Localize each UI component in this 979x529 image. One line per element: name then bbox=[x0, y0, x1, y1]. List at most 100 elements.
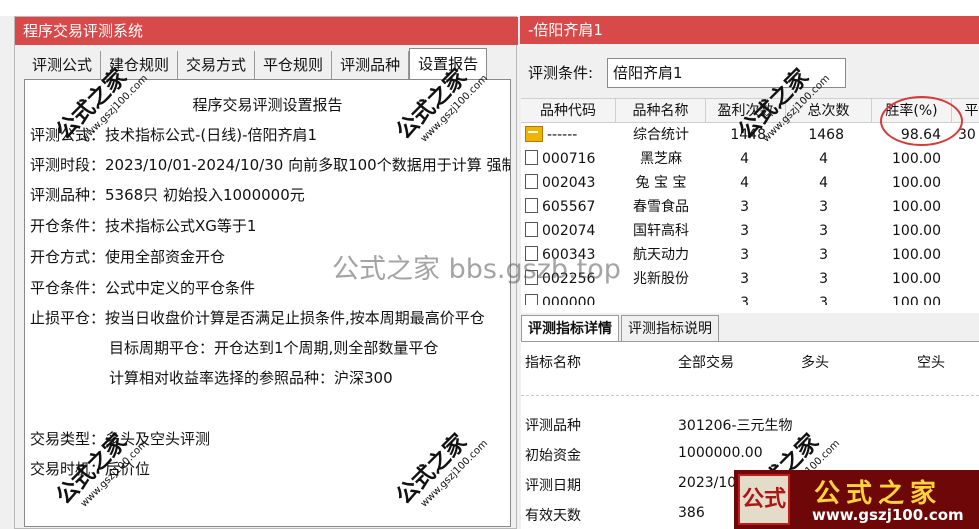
detail-label: 评测品种 bbox=[525, 418, 581, 434]
row-name: 兔 宝 宝 bbox=[635, 175, 687, 191]
detail-col-short: 空头 bbox=[917, 355, 945, 371]
row-code: 002074 bbox=[542, 223, 596, 239]
row-rate: 100.00 bbox=[892, 175, 941, 191]
row-total: 4 bbox=[819, 151, 828, 167]
document-icon bbox=[525, 270, 538, 285]
report-line-target-period: 目标周期平仓：开仓达到1个周期,则全部数量平仓 bbox=[109, 339, 439, 357]
tab-trade-method[interactable]: 交易方式 bbox=[178, 51, 256, 79]
detail-label: 评测日期 bbox=[525, 478, 581, 494]
detail-col-long: 多头 bbox=[801, 355, 829, 371]
folder-icon bbox=[525, 126, 543, 142]
tab-symbols[interactable]: 评测品种 bbox=[332, 51, 410, 79]
detail-col-name: 指标名称 bbox=[525, 355, 581, 371]
row-name: 国轩高科 bbox=[633, 223, 689, 239]
row-code: 000000 bbox=[542, 295, 596, 305]
row-profit: 3 bbox=[740, 295, 749, 305]
table-row[interactable]: 000000 ... 3 3 100.00 bbox=[521, 291, 979, 305]
row-code: 000716 bbox=[542, 151, 596, 167]
row-rate: 100.00 bbox=[892, 199, 941, 215]
table-row[interactable]: 002256 兆新股份 3 3 100.00 bbox=[521, 267, 979, 291]
document-icon bbox=[525, 174, 538, 189]
row-rate: 100.00 bbox=[892, 295, 941, 305]
col-total-count[interactable]: 总次数 bbox=[786, 99, 872, 123]
detail-label: 初始资金 bbox=[525, 448, 581, 464]
col-code[interactable]: 品种代码 bbox=[521, 99, 616, 123]
row-profit: 3 bbox=[740, 223, 749, 239]
evaluation-result-window: -倍阳齐肩1 评测条件: 倍阳齐肩1 品种代码 品种名称 盈利次数 总次数 胜率… bbox=[520, 16, 979, 529]
row-name: 兆新股份 bbox=[633, 271, 689, 287]
logo-url: www.gszj100.com bbox=[812, 506, 964, 524]
report-line-stop-loss: 止损平仓：按当日收盘价计算是否满足止损条件,按本周期最高价平仓 bbox=[30, 309, 485, 327]
top-strip bbox=[0, 0, 979, 16]
report-line-trade-timing: 交易时机：后价位 bbox=[30, 460, 151, 478]
row-profit: 4 bbox=[740, 175, 749, 191]
row-rate: 100.00 bbox=[892, 223, 941, 239]
row-total: 4 bbox=[819, 175, 828, 191]
row-rate: 100.00 bbox=[892, 271, 941, 287]
site-logo: 公式 公式之家 www.gszj100.com bbox=[734, 470, 979, 529]
tab-formula[interactable]: 评测公式 bbox=[24, 51, 102, 79]
row-code: ------ bbox=[547, 127, 578, 143]
table-row[interactable]: 600343 航天动力 3 3 100.00 bbox=[521, 243, 979, 267]
detail-value: 2023/10 bbox=[678, 475, 737, 491]
table-row[interactable]: 000716 黑芝麻 4 4 100.00 bbox=[521, 147, 979, 171]
report-line-close-condition: 平仓条件：公式中定义的平仓条件 bbox=[30, 279, 256, 297]
row-code: 002256 bbox=[542, 271, 596, 287]
right-window-title: -倍阳齐肩1 bbox=[520, 16, 979, 44]
row-name: 黑芝麻 bbox=[640, 151, 682, 167]
tab-open-rules[interactable]: 建仓规则 bbox=[101, 51, 179, 79]
row-name: 春雪食品 bbox=[633, 199, 689, 215]
condition-input[interactable]: 倍阳齐肩1 bbox=[607, 58, 846, 88]
tab-close-rules[interactable]: 平仓规则 bbox=[255, 51, 333, 79]
row-total: 3 bbox=[819, 223, 828, 239]
detail-tabs: 评测指标详情 评测指标说明 bbox=[521, 315, 721, 341]
row-code: 600343 bbox=[542, 247, 596, 263]
document-icon bbox=[525, 198, 538, 213]
detail-value: 301206-三元生物 bbox=[678, 418, 793, 434]
table-row[interactable]: 605567 春雪食品 3 3 100.00 bbox=[521, 195, 979, 219]
row-rate: 100.00 bbox=[892, 151, 941, 167]
row-name: ... bbox=[654, 295, 668, 305]
detail-divider bbox=[521, 395, 979, 396]
row-total: 3 bbox=[819, 271, 828, 287]
row-code: 605567 bbox=[542, 199, 596, 215]
detail-label: 有效天数 bbox=[525, 508, 581, 524]
report-line-formula: 评测公式：技术指标公式-(日线)-倍阳齐肩1 bbox=[30, 126, 318, 144]
row-total: 3 bbox=[819, 199, 828, 215]
table-row[interactable]: 002074 国轩高科 3 3 100.00 bbox=[521, 219, 979, 243]
settings-tabs: 评测公式 建仓规则 交易方式 平仓规则 评测品种 设置报告 bbox=[24, 48, 488, 79]
detail-value: 1000000.00 bbox=[678, 445, 763, 461]
row-total: 1468 bbox=[808, 127, 844, 143]
tab-indicator-details[interactable]: 评测指标详情 bbox=[521, 315, 619, 341]
detail-col-all: 全部交易 bbox=[678, 355, 734, 371]
left-window-title: 程序交易评测系统 bbox=[15, 17, 518, 45]
seal-icon: 公式 bbox=[738, 474, 790, 525]
report-line-period: 评测时段：2023/10/01-2024/10/30 向前多取100个数据用于计… bbox=[30, 156, 511, 174]
row-code: 002043 bbox=[542, 175, 596, 191]
document-icon bbox=[525, 246, 538, 261]
report-title: 程序交易评测设置报告 bbox=[192, 96, 343, 114]
tab-report[interactable]: 设置报告 bbox=[409, 48, 488, 79]
document-icon bbox=[525, 222, 538, 237]
col-name[interactable]: 品种名称 bbox=[616, 99, 706, 123]
report-line-trade-type: 交易类型：多头及空头评测 bbox=[30, 430, 211, 448]
document-icon bbox=[525, 294, 538, 305]
row-profit: 3 bbox=[740, 199, 749, 215]
report-line-benchmark: 计算相对收益率选择的参照品种：沪深300 bbox=[109, 369, 393, 387]
win-rate-highlight-circle bbox=[880, 96, 963, 146]
detail-value: 386 bbox=[678, 505, 705, 521]
table-row[interactable]: 002043 兔 宝 宝 4 4 100.00 bbox=[521, 171, 979, 195]
row-name: 综合统计 bbox=[633, 127, 689, 143]
row-profit: 4 bbox=[740, 151, 749, 167]
row-name: 航天动力 bbox=[633, 247, 689, 263]
report-line-open-condition: 开仓条件：技术指标公式XG等于1 bbox=[30, 217, 257, 235]
report-panel: 程序交易评测设置报告 评测公式：技术指标公式-(日线)-倍阳齐肩1 评测时段：2… bbox=[24, 79, 511, 527]
condition-label: 评测条件: bbox=[528, 64, 594, 82]
report-line-symbols: 评测品种：5368只 初始投入1000000元 bbox=[30, 186, 305, 204]
logo-title: 公式之家 bbox=[814, 479, 943, 509]
report-line-open-method: 开仓方式：使用全部资金开仓 bbox=[30, 248, 226, 266]
document-icon bbox=[525, 150, 538, 165]
col-profit-count[interactable]: 盈利次数 bbox=[706, 99, 786, 123]
tab-indicator-help[interactable]: 评测指标说明 bbox=[621, 315, 719, 341]
row-profit: 3 bbox=[740, 271, 749, 287]
